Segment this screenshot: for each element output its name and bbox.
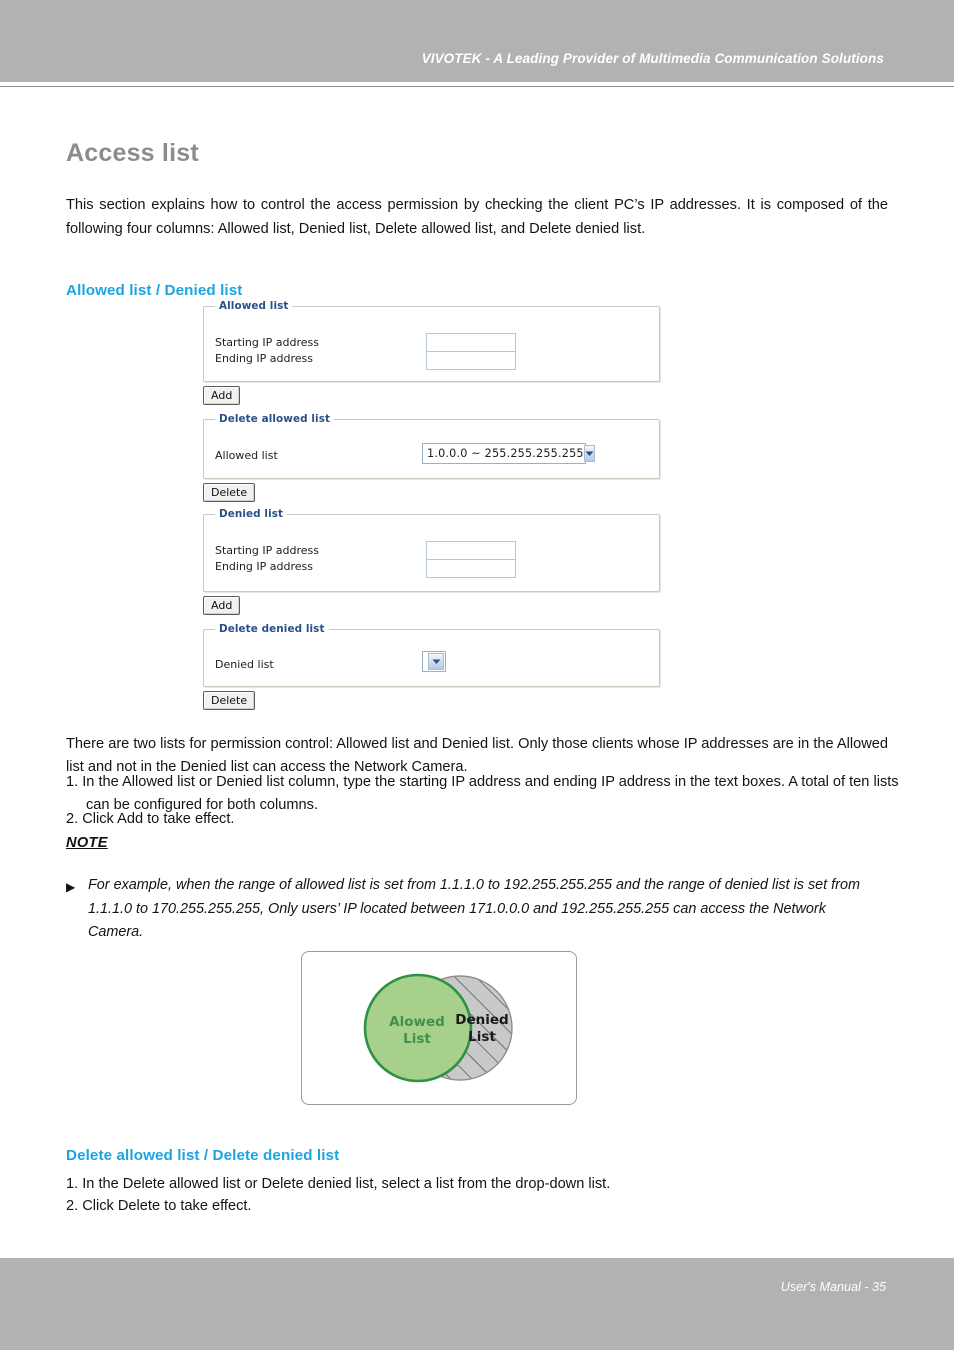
page-title: Access list bbox=[66, 138, 199, 167]
allowed-starting-ip-label: Starting IP address bbox=[215, 336, 319, 349]
page-header-bar: VIVOTEK - A Leading Provider of Multimed… bbox=[0, 0, 954, 82]
denied-list-add-button[interactable]: Add bbox=[203, 596, 241, 615]
denied-list-caption-line1: Denied bbox=[455, 1012, 508, 1028]
section-heading-delete: Delete allowed list / Delete denied list bbox=[66, 1146, 340, 1164]
delete-allowed-list-label: Allowed list bbox=[215, 449, 278, 462]
delete-allowed-list-fieldset: Delete allowed list Allowed list 1.0.0.0… bbox=[203, 413, 660, 479]
delete-denied-list-select[interactable] bbox=[422, 651, 446, 672]
delete-allowed-list-select[interactable]: 1.0.0.0 ~ 255.255.255.255 bbox=[422, 443, 595, 464]
venn-diagram-svg: Alowed List Denied List bbox=[363, 973, 513, 1083]
denied-ending-ip-input[interactable] bbox=[426, 559, 516, 578]
allowed-ending-ip-label: Ending IP address bbox=[215, 352, 314, 365]
note-body: ▶ For example, when the range of allowed… bbox=[66, 874, 866, 945]
delete-allowed-list-legend: Delete allowed list bbox=[215, 413, 335, 425]
delete-denied-list-label: Denied list bbox=[215, 658, 274, 671]
page-header-title: VIVOTEK - A Leading Provider of Multimed… bbox=[421, 51, 884, 66]
delete-denied-list-delete-button[interactable]: Delete bbox=[203, 691, 256, 710]
delete-allowed-list-selected-value: 1.0.0.0 ~ 255.255.255.255 bbox=[427, 447, 584, 460]
note-text: For example, when the range of allowed l… bbox=[88, 877, 860, 940]
allowed-list-caption-line1: Alowed bbox=[389, 1014, 445, 1030]
allowed-list-caption-line2: List bbox=[403, 1031, 431, 1047]
allowed-list-fieldset: Allowed list Starting IP address Ending … bbox=[203, 300, 660, 382]
delete-denied-list-legend: Delete denied list bbox=[215, 623, 329, 635]
denied-list-legend: Denied list bbox=[215, 508, 288, 520]
allowed-starting-ip-input[interactable] bbox=[426, 333, 516, 352]
allowed-list-legend: Allowed list bbox=[215, 300, 293, 312]
delete-step-1: 1. In the Delete allowed list or Delete … bbox=[66, 1175, 611, 1192]
note-label: NOTE bbox=[66, 835, 108, 851]
allowed-list-add-button[interactable]: Add bbox=[203, 386, 241, 405]
delete-allowed-list-panel-group: Delete allowed list Allowed list 1.0.0.0… bbox=[203, 413, 660, 502]
chevron-down-icon[interactable] bbox=[428, 653, 444, 670]
explanation-step-2: 2. Click Add to take effect. bbox=[66, 810, 235, 827]
denied-starting-ip-label: Starting IP address bbox=[215, 544, 319, 557]
delete-denied-list-fieldset: Delete denied list Denied list bbox=[203, 623, 660, 687]
footer-page-label: User's Manual - 35 bbox=[780, 1280, 886, 1294]
delete-denied-list-panel-group: Delete denied list Denied list Delete bbox=[203, 623, 660, 710]
chevron-down-icon[interactable] bbox=[583, 445, 595, 462]
denied-list-fieldset: Denied list Starting IP address Ending I… bbox=[203, 508, 660, 592]
triangle-bullet-icon: ▶ bbox=[66, 880, 76, 894]
delete-allowed-list-delete-button[interactable]: Delete bbox=[203, 483, 256, 502]
header-divider bbox=[0, 86, 954, 87]
intro-paragraph: This section explains how to control the… bbox=[66, 196, 888, 237]
allowed-list-panel-group: Allowed list Starting IP address Ending … bbox=[203, 300, 660, 405]
denied-list-panel-group: Denied list Starting IP address Ending I… bbox=[203, 508, 660, 615]
denied-starting-ip-input[interactable] bbox=[426, 541, 516, 560]
denied-ending-ip-label: Ending IP address bbox=[215, 560, 314, 573]
delete-step-2: 2. Click Delete to take effect. bbox=[66, 1197, 252, 1214]
allowed-ending-ip-input[interactable] bbox=[426, 351, 516, 370]
section-heading-allowed-denied: Allowed list / Denied list bbox=[66, 281, 243, 299]
page-footer-bar: User's Manual - 35 bbox=[0, 1258, 954, 1350]
venn-diagram-figure: Alowed List Denied List bbox=[301, 951, 577, 1105]
denied-list-caption-line2: List bbox=[468, 1029, 496, 1045]
